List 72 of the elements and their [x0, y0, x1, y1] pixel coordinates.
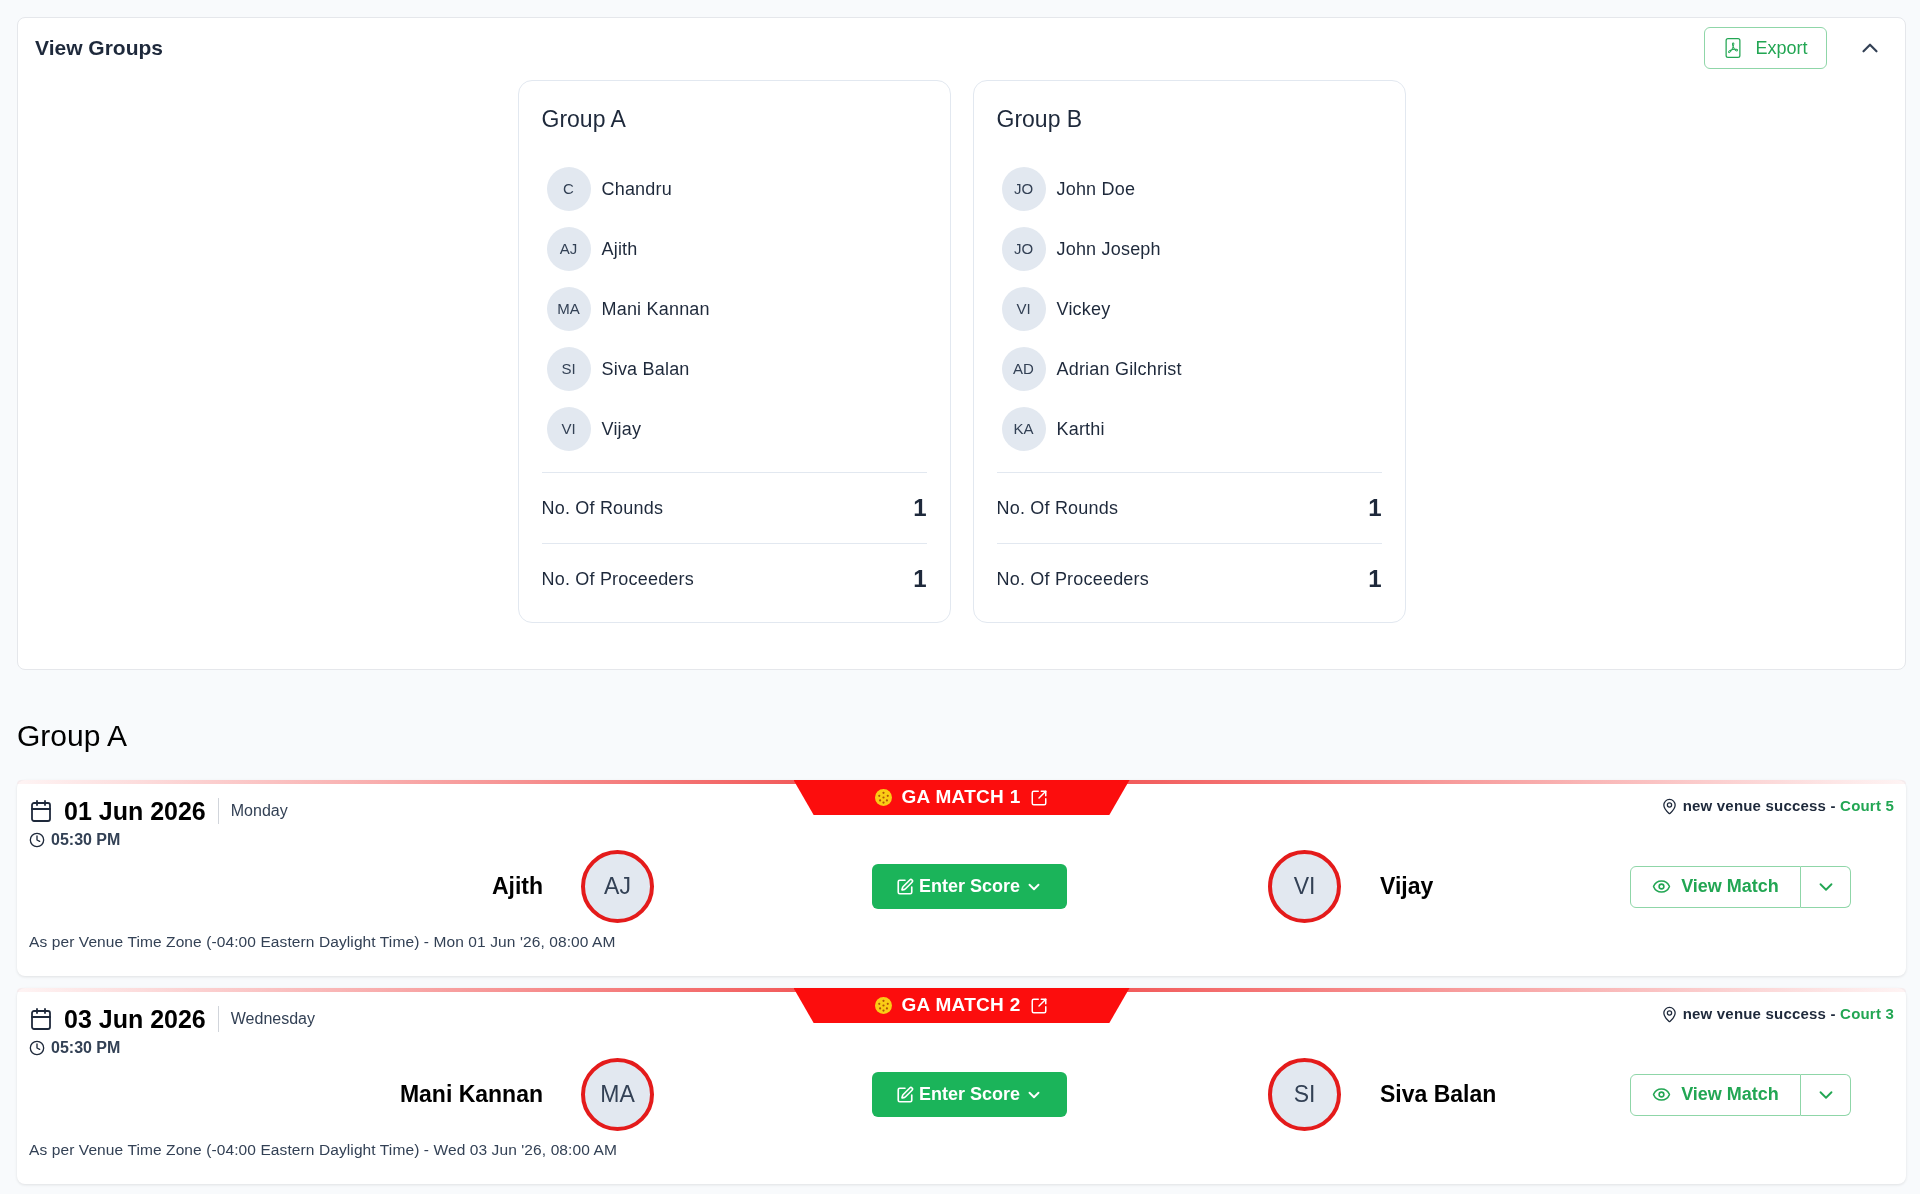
member-name: Ajith	[601, 237, 638, 261]
member-name: Chandru	[601, 177, 672, 201]
stat-value: 1	[913, 493, 927, 523]
view-match-button[interactable]: View Match	[1630, 865, 1801, 908]
member-avatar: VI	[546, 407, 591, 451]
member-name: Vickey	[1056, 297, 1111, 321]
match-time: 05:30 PM	[51, 830, 121, 850]
member-name: Mani Kannan	[601, 297, 710, 321]
stat-label: No. Of Rounds	[541, 496, 664, 520]
player-name: Siva Balan	[1380, 1080, 1497, 1110]
member-avatar: JO	[1001, 167, 1046, 211]
export-button[interactable]: Export	[1704, 27, 1827, 69]
member-name: Adrian Gilchrist	[1056, 357, 1182, 381]
eye-icon	[1652, 877, 1672, 896]
timezone-note: As per Venue Time Zone (-04:00 Eastern Daylight Time) - Mon 01 Jun '26, 08:00 AM	[29, 932, 617, 952]
match-title: GA MATCH 2	[901, 993, 1021, 1018]
venue-text: new venue success - Court 3	[1682, 1003, 1894, 1024]
member-avatar: MA	[546, 287, 591, 331]
view-match-button[interactable]: View Match	[1630, 1073, 1801, 1116]
member-avatar: AJ	[546, 227, 591, 271]
member-avatar: C	[546, 167, 591, 211]
clock-icon	[29, 832, 45, 848]
stat-label: No. Of Proceeders	[541, 567, 694, 591]
player-avatar: VI	[1268, 850, 1341, 923]
match-date: 03 Jun 2026	[64, 1004, 206, 1034]
timezone-note: As per Venue Time Zone (-04:00 Eastern Daylight Time) - Wed 03 Jun '26, 08:00 AM	[29, 1140, 618, 1160]
external-link-icon[interactable]	[1029, 996, 1048, 1015]
stat-value: 1	[1368, 564, 1382, 594]
match-title: GA MATCH 1	[901, 785, 1021, 810]
member-avatar: JO	[1001, 227, 1046, 271]
edit-icon	[895, 1085, 914, 1104]
match-weekday: Monday	[230, 801, 288, 821]
match-weekday: Wednesday	[230, 1009, 315, 1029]
external-link-icon[interactable]	[1029, 788, 1048, 807]
group-title: Group B	[996, 105, 1084, 134]
player-avatar: MA	[581, 1058, 654, 1131]
calendar-icon	[29, 1007, 53, 1031]
player-name: Vijay	[1380, 872, 1434, 902]
ball-icon	[875, 789, 893, 806]
member-avatar: VI	[1001, 287, 1046, 331]
edit-icon	[895, 877, 914, 896]
player-name: Ajith	[491, 872, 543, 902]
ball-icon	[875, 997, 893, 1014]
location-pin-icon	[1660, 797, 1678, 815]
section-heading: Group A	[17, 718, 129, 754]
clock-icon	[29, 1040, 45, 1056]
group-title: Group A	[541, 105, 627, 134]
stat-value: 1	[913, 564, 927, 594]
stat-label: No. Of Rounds	[996, 496, 1119, 520]
member-name: Karthi	[1056, 417, 1105, 441]
player-avatar: AJ	[581, 850, 654, 923]
member-name: Vijay	[601, 417, 642, 441]
member-avatar: AD	[1001, 347, 1046, 391]
member-name: Siva Balan	[601, 357, 690, 381]
match-time: 05:30 PM	[51, 1038, 121, 1058]
member-avatar: SI	[546, 347, 591, 391]
member-name: John Doe	[1056, 177, 1136, 201]
stat-label: No. Of Proceeders	[996, 567, 1149, 591]
member-name: John Joseph	[1056, 237, 1161, 261]
stat-value: 1	[1368, 493, 1382, 523]
panel-title: View Groups	[35, 35, 163, 62]
venue-text: new venue success - Court 5	[1682, 795, 1894, 816]
pdf-file-icon	[1723, 38, 1744, 58]
match-date: 01 Jun 2026	[64, 796, 206, 826]
location-pin-icon	[1660, 1005, 1678, 1023]
calendar-icon	[29, 799, 53, 823]
player-avatar: SI	[1268, 1058, 1341, 1131]
player-name: Mani Kannan	[399, 1080, 543, 1110]
enter-score-button[interactable]: Enter Score	[872, 864, 1067, 909]
member-avatar: KA	[1001, 407, 1046, 451]
eye-icon	[1652, 1085, 1672, 1104]
enter-score-button[interactable]: Enter Score	[872, 1072, 1067, 1117]
